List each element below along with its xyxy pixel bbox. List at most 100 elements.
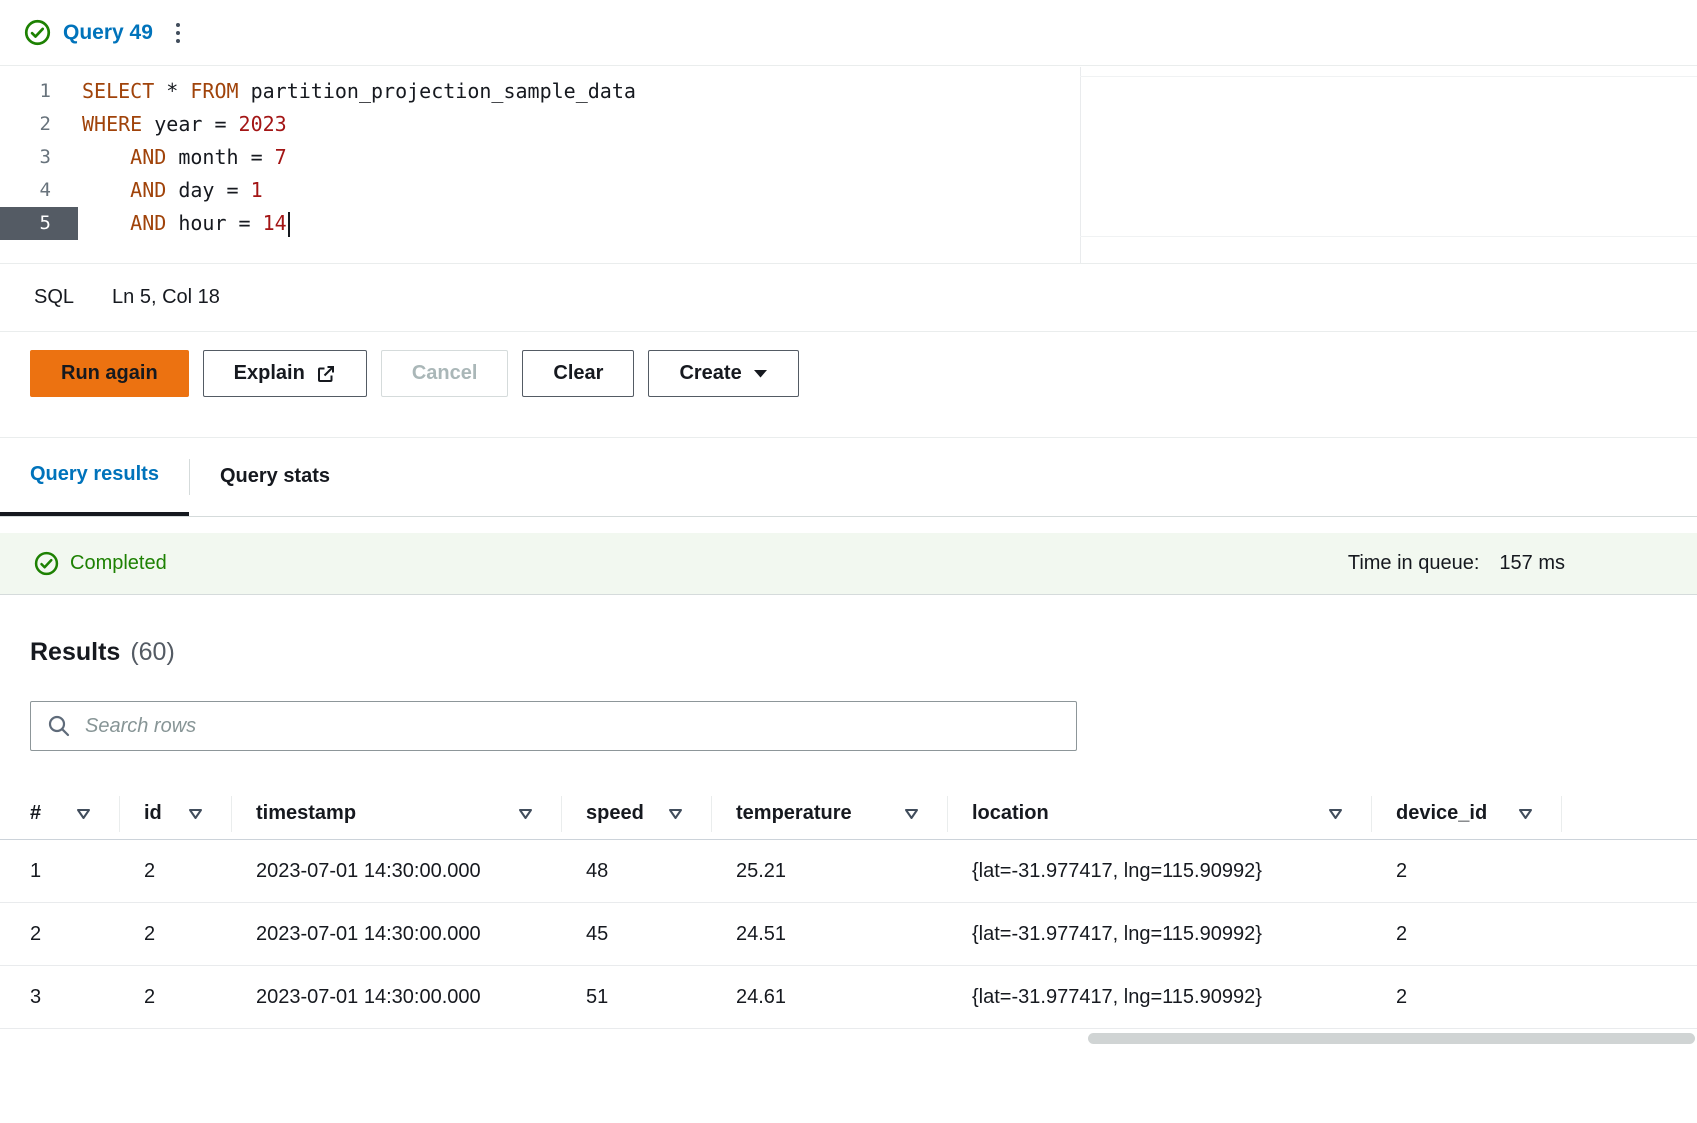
- results-table: # id timestamp speed temperature locatio…: [0, 788, 1697, 1029]
- search-rows-input[interactable]: [30, 701, 1077, 751]
- table-cell: {lat=-31.977417, lng=115.90992}: [948, 986, 1372, 1009]
- code-token: SELECT: [82, 79, 154, 103]
- table-cell: 2023-07-01 14:30:00.000: [232, 986, 562, 1009]
- query-status-text: Completed: [70, 552, 167, 575]
- tab-query-stats[interactable]: Query stats: [190, 437, 360, 516]
- explain-button-label: Explain: [234, 362, 305, 385]
- line-number: 2: [0, 108, 78, 141]
- line-number: 4: [0, 174, 78, 207]
- table-cell: 2: [1372, 923, 1562, 946]
- editor-status-bar: SQL Ln 5, Col 18: [0, 263, 1697, 332]
- column-label: device_id: [1396, 802, 1487, 825]
- text-cursor: [288, 212, 290, 237]
- line-number: 5: [0, 207, 78, 240]
- table-cell: 2: [120, 986, 232, 1009]
- search-rows-container: [30, 701, 1077, 751]
- column-header-temperature[interactable]: temperature: [712, 796, 948, 832]
- run-again-button[interactable]: Run again: [30, 350, 189, 397]
- code-line[interactable]: AND hour = 14: [82, 207, 636, 240]
- table-row[interactable]: 222023-07-01 14:30:00.0004524.51{lat=-31…: [0, 903, 1697, 966]
- editor-vertical-divider: [1080, 67, 1081, 263]
- sort-filter-icon: [668, 808, 683, 820]
- time-in-queue-label: Time in queue:: [1348, 552, 1480, 575]
- create-button[interactable]: Create: [648, 350, 798, 397]
- table-header-row: # id timestamp speed temperature locatio…: [0, 788, 1697, 840]
- column-header-row-number[interactable]: #: [0, 796, 120, 832]
- code-token: *: [154, 79, 190, 103]
- column-label: speed: [586, 802, 644, 825]
- editor-right-rule-bottom: [1080, 236, 1697, 237]
- column-header-speed[interactable]: speed: [562, 796, 712, 832]
- column-label: temperature: [736, 802, 852, 825]
- sort-filter-icon: [1518, 808, 1533, 820]
- explain-button[interactable]: Explain: [203, 350, 367, 397]
- kebab-menu-icon[interactable]: [171, 18, 185, 48]
- sort-filter-icon: [188, 808, 203, 820]
- table-cell: 24.51: [712, 923, 948, 946]
- table-cell: {lat=-31.977417, lng=115.90992}: [948, 923, 1372, 946]
- tab-query-results[interactable]: Query results: [0, 437, 189, 516]
- table-cell: 2023-07-01 14:30:00.000: [232, 860, 562, 883]
- code-token: day =: [166, 178, 250, 202]
- caret-down-icon: [753, 369, 768, 379]
- line-number: 3: [0, 141, 78, 174]
- table-cell: 2023-07-01 14:30:00.000: [232, 923, 562, 946]
- sort-filter-icon: [1328, 808, 1343, 820]
- clear-button[interactable]: Clear: [522, 350, 634, 397]
- table-cell: 2: [120, 860, 232, 883]
- code-line[interactable]: SELECT * FROM partition_projection_sampl…: [82, 75, 636, 108]
- column-header-timestamp[interactable]: timestamp: [232, 796, 562, 832]
- code-token: WHERE: [82, 112, 142, 136]
- cursor-position-label: Ln 5, Col 18: [112, 286, 220, 309]
- query-status-banner: Completed Time in queue: 157 ms: [0, 533, 1697, 595]
- code-token: 2023: [239, 112, 287, 136]
- line-number: 1: [0, 75, 78, 108]
- table-body: 122023-07-01 14:30:00.0004825.21{lat=-31…: [0, 840, 1697, 1029]
- sql-editor[interactable]: 12345 SELECT * FROM partition_projection…: [0, 67, 1697, 263]
- code-token: FROM: [190, 79, 238, 103]
- column-header-location[interactable]: location: [948, 796, 1372, 832]
- table-row[interactable]: 122023-07-01 14:30:00.0004825.21{lat=-31…: [0, 840, 1697, 903]
- editor-right-rule-top: [1080, 76, 1697, 77]
- code-line[interactable]: WHERE year = 2023: [82, 108, 636, 141]
- create-button-label: Create: [679, 362, 741, 385]
- code-token: hour =: [166, 211, 262, 235]
- table-cell: 24.61: [712, 986, 948, 1009]
- completed-check-icon: [34, 551, 59, 576]
- code-token: month =: [166, 145, 274, 169]
- code-token: partition_projection_sample_data: [239, 79, 636, 103]
- horizontal-scrollbar-thumb[interactable]: [1088, 1033, 1695, 1044]
- table-cell: 2: [120, 923, 232, 946]
- tab-query-stats-label: Query stats: [220, 465, 330, 488]
- athena-query-editor-page: Query 49 12345 SELECT * FROM partition_p…: [0, 0, 1697, 1123]
- query-tab-title[interactable]: Query 49: [63, 21, 153, 45]
- code-token: 14: [263, 211, 287, 235]
- table-cell: 25.21: [712, 860, 948, 883]
- table-row[interactable]: 322023-07-01 14:30:00.0005124.61{lat=-31…: [0, 966, 1697, 1029]
- column-label: id: [144, 802, 162, 825]
- external-link-icon: [316, 364, 336, 384]
- sort-filter-icon: [904, 808, 919, 820]
- cancel-button[interactable]: Cancel: [381, 350, 509, 397]
- code-token: [82, 145, 130, 169]
- query-tab-bar: Query 49: [0, 0, 1697, 66]
- table-cell: 1: [0, 860, 120, 883]
- queue-time: Time in queue: 157 ms: [1348, 552, 1565, 575]
- query-success-check-icon: [24, 19, 51, 46]
- column-header-id[interactable]: id: [120, 796, 232, 832]
- results-count: (60): [130, 638, 174, 667]
- code-line[interactable]: AND month = 7: [82, 141, 636, 174]
- column-header-device_id[interactable]: device_id: [1372, 796, 1562, 832]
- language-label: SQL: [34, 286, 74, 309]
- code-token: AND: [130, 178, 166, 202]
- table-cell: 3: [0, 986, 120, 1009]
- table-cell: 2: [1372, 860, 1562, 883]
- query-actions: Run again Explain Cancel Clear Create: [30, 350, 799, 397]
- table-cell: 45: [562, 923, 712, 946]
- line-number-gutter: 12345: [0, 75, 78, 240]
- table-cell: 2: [1372, 986, 1562, 1009]
- code-line[interactable]: AND day = 1: [82, 174, 636, 207]
- code-token: year =: [142, 112, 238, 136]
- code-area[interactable]: SELECT * FROM partition_projection_sampl…: [82, 75, 636, 240]
- code-token: [82, 178, 130, 202]
